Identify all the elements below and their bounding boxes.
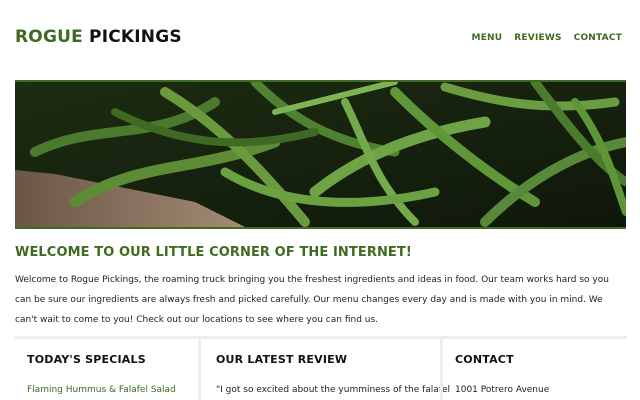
- review-heading: OUR LATEST REVIEW: [216, 353, 348, 366]
- hero-image: [15, 80, 626, 229]
- site-header: ROGUE PICKINGS MENU REVIEWS CONTACT: [0, 0, 640, 80]
- green-beans-image: [15, 82, 626, 227]
- specials-heading: TODAY'S SPECIALS: [27, 353, 146, 366]
- contact-address: 1001 Potrero Avenue: [455, 385, 550, 395]
- main-nav: MENU REVIEWS CONTACT: [472, 33, 622, 43]
- site-logo[interactable]: ROGUE PICKINGS: [15, 27, 182, 47]
- review-section: OUR LATEST REVIEW "I got so excited abou…: [201, 339, 450, 400]
- specials-section: TODAY'S SPECIALS Flaming Hummus & Falafe…: [15, 339, 198, 400]
- nav-reviews-link[interactable]: REVIEWS: [514, 33, 561, 43]
- welcome-paragraph: Welcome to Rogue Pickings, the roaming t…: [15, 275, 609, 325]
- contact-section: CONTACT 1001 Potrero Avenue: [443, 339, 627, 400]
- nav-contact-link[interactable]: CONTACT: [574, 33, 622, 43]
- nav-menu-link[interactable]: MENU: [472, 33, 503, 43]
- specials-item[interactable]: Flaming Hummus & Falafel Salad: [27, 385, 176, 395]
- logo-accent-text: ROGUE: [15, 27, 83, 47]
- logo-rest-text: PICKINGS: [89, 27, 182, 47]
- review-excerpt: "I got so excited about the yumminess of…: [216, 385, 451, 395]
- welcome-heading: WELCOME TO OUR LITTLE CORNER OF THE INTE…: [15, 245, 412, 260]
- contact-heading: CONTACT: [455, 353, 514, 366]
